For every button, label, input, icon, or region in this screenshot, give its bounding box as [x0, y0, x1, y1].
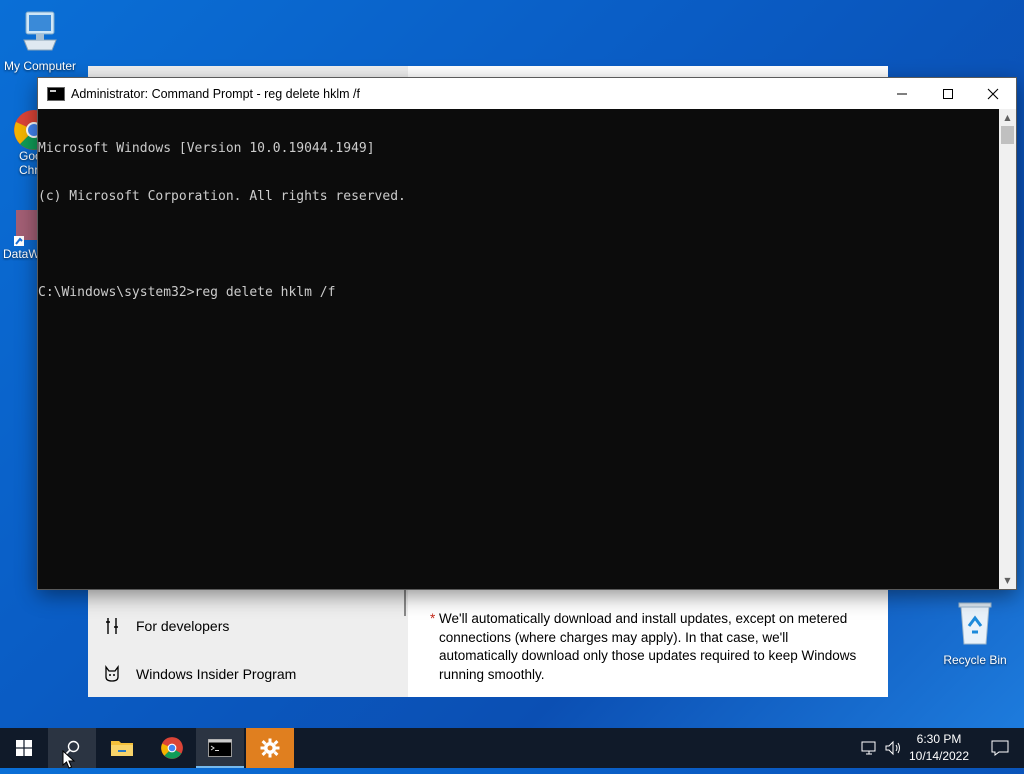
maximize-button[interactable]: [925, 78, 971, 109]
required-asterisk: *: [430, 611, 436, 626]
computer-icon: [0, 10, 80, 57]
scroll-up-arrow-icon[interactable]: ▲: [999, 109, 1016, 126]
console-scrollbar[interactable]: ▲ ▼: [999, 109, 1016, 589]
console-line: Microsoft Windows [Version 10.0.19044.19…: [38, 141, 375, 156]
tray-clock[interactable]: 6:30 PM 10/14/2022: [905, 731, 973, 765]
desktop-icon-label: My Computer: [3, 59, 77, 73]
insider-cat-icon: [88, 665, 136, 683]
window-titlebar[interactable]: Administrator: Command Prompt - reg dele…: [38, 78, 1016, 109]
command-prompt-icon: [47, 86, 65, 101]
taskbar: 6:30 PM 10/14/2022: [0, 728, 1024, 768]
command-prompt-taskbar-button[interactable]: [196, 728, 244, 768]
scrollbar-thumb[interactable]: [1001, 126, 1014, 144]
command-prompt-icon: [208, 739, 232, 757]
start-icon: [16, 740, 32, 756]
update-policy-text: We'll automatically download and install…: [439, 611, 857, 682]
nav-item-label: Windows Insider Program: [136, 666, 297, 682]
nav-item-windows-insider-program[interactable]: Windows Insider Program: [88, 654, 408, 694]
console-output[interactable]: Microsoft Windows [Version 10.0.19044.19…: [38, 109, 999, 589]
window-title: Administrator: Command Prompt - reg dele…: [71, 86, 360, 101]
update-policy-note: * We'll automatically download and insta…: [430, 610, 870, 684]
scrollbar-thumb[interactable]: [404, 590, 406, 616]
file-explorer-icon: [111, 741, 133, 756]
settings-gear-icon: [260, 738, 280, 758]
nav-item-label: For developers: [136, 618, 230, 634]
start-button[interactable]: [0, 728, 48, 768]
notification-icon: [991, 740, 1009, 756]
nav-item-for-developers[interactable]: For developers: [88, 606, 408, 646]
chrome-taskbar-button[interactable]: [148, 728, 196, 768]
volume-tray-button[interactable]: [882, 728, 904, 768]
desktop-icon-recycle-bin[interactable]: Recycle Bin: [935, 600, 1015, 667]
chrome-icon: [161, 737, 183, 759]
file-explorer-button[interactable]: [98, 728, 146, 768]
network-icon: [861, 741, 876, 755]
developer-tools-icon: [88, 617, 136, 635]
settings-taskbar-button[interactable]: [246, 728, 294, 768]
clock-time: 6:30 PM: [916, 732, 962, 746]
desktop-icon-my-computer[interactable]: My Computer: [0, 10, 80, 73]
mouse-cursor-icon: [62, 749, 76, 774]
clock-date: 10/14/2022: [908, 749, 970, 763]
recycle-bin-icon: [935, 600, 1015, 651]
minimize-icon: [897, 93, 907, 94]
console-line: C:\Windows\system32>reg delete hklm /f: [38, 285, 336, 300]
command-prompt-window[interactable]: Administrator: Command Prompt - reg dele…: [38, 78, 1016, 589]
maximize-icon: [943, 88, 953, 99]
desktop-icon-label: Recycle Bin: [943, 653, 1007, 667]
console-line: (c) Microsoft Corporation. All rights re…: [38, 189, 406, 204]
network-tray-button[interactable]: [858, 728, 882, 768]
action-center-button[interactable]: [976, 728, 1024, 768]
close-icon: [987, 88, 999, 99]
volume-icon: [885, 740, 900, 756]
minimize-button[interactable]: [879, 78, 925, 109]
close-button[interactable]: [970, 78, 1016, 109]
scroll-down-arrow-icon[interactable]: ▼: [999, 572, 1016, 589]
